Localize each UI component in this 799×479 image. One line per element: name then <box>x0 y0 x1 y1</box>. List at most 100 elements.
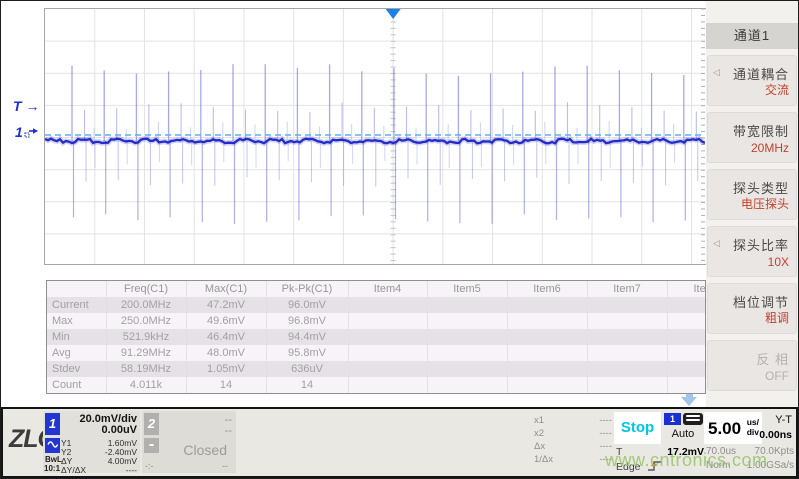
measure-row-label: Count <box>47 377 106 393</box>
trigger-position-icon[interactable] <box>386 9 401 19</box>
channel2-status-box[interactable]: 2 -- -- - Closed -:- -- <box>142 411 236 473</box>
channel1-status-box[interactable]: 1 20.0mV/div 0.00uV BwL 10:1 Y11.60mVY2-… <box>43 411 140 473</box>
measure-value <box>427 377 507 393</box>
trigger-coupling-icon[interactable] <box>683 413 703 425</box>
sidebar-item-4[interactable]: 档位调节粗调 <box>707 283 797 334</box>
bandwidth-limit-flag: BwL <box>45 455 62 464</box>
measure-row-label: Current <box>47 297 106 313</box>
measure-value: 250.0MHz <box>106 313 186 329</box>
channel-menu-sidebar: 通道1 ◁通道耦合交流带宽限制20MHz探头类型电压探头◁探头比率10X档位调节… <box>706 1 798 407</box>
sidebar-item-label: 带宽限制 <box>733 121 789 140</box>
channel2-bottom-left: -:- <box>145 461 154 471</box>
measure-col-header[interactable]: Item5 <box>427 281 507 297</box>
channel1-cursor-row: ΔY/ΔX---- <box>61 465 137 474</box>
measure-value <box>427 361 507 377</box>
measure-value <box>427 297 507 313</box>
measure-value <box>507 345 587 361</box>
measure-value: 91.29MHz <box>106 345 186 361</box>
sidebar-item-label: 反 相 <box>756 349 789 368</box>
trigger-delay: 0.00ns <box>746 429 792 441</box>
waveform-canvas[interactable] <box>45 9 705 264</box>
table-row: Avg91.29MHz48.0mV95.8mV <box>47 345 706 361</box>
sidebar-item-value: 电压探头 <box>741 195 789 212</box>
cursor-row-label: x1 <box>534 415 544 426</box>
measure-row-label: Max <box>47 313 106 329</box>
run-state-label: Stop <box>621 419 654 436</box>
table-row: Current200.0MHz47.2mV96.0mV <box>47 297 706 313</box>
measure-value: 95.8mV <box>266 345 348 361</box>
sidebar-item-value: OFF <box>765 369 789 383</box>
sidebar-item-label: 探头比率 <box>733 235 789 254</box>
sidebar-item-1[interactable]: 带宽限制20MHz <box>707 112 797 163</box>
channel1-badge: 1 <box>45 413 60 435</box>
cursor-row-label: x2 <box>534 428 544 439</box>
measure-col-header[interactable]: Max(C1) <box>186 281 266 297</box>
measure-col-header[interactable]: Freq(C1) <box>106 281 186 297</box>
measure-value <box>348 377 427 393</box>
measure-value <box>348 297 427 313</box>
measure-row-label: Min <box>47 329 106 345</box>
measure-value: 48.0mV <box>186 345 266 361</box>
measure-value <box>507 361 587 377</box>
measure-value <box>348 329 427 345</box>
submenu-arrow-icon: ◁ <box>713 67 720 78</box>
measure-col-header[interactable]: Item8 <box>667 281 706 297</box>
sidebar-item-2[interactable]: 探头类型电压探头 <box>707 169 797 220</box>
measure-value <box>507 329 587 345</box>
display-mode: Y-T <box>746 414 792 426</box>
trigger-sweep-mode[interactable]: Auto <box>662 428 704 440</box>
measure-value <box>507 297 587 313</box>
channel1-position-marker[interactable]: 1 <box>15 124 39 140</box>
status-bar: ZLG® 1 20.0mV/div 0.00uV BwL 10:1 Y11.60… <box>1 407 798 478</box>
measure-value <box>507 377 587 393</box>
measure-col-header[interactable]: Item6 <box>507 281 587 297</box>
measure-value: 49.6mV <box>186 313 266 329</box>
run-stop-indicator[interactable]: Stop <box>614 412 661 444</box>
table-row: Max250.0MHz49.6mV96.8mV <box>47 313 706 329</box>
measure-value <box>427 313 507 329</box>
sine-wave-icon <box>45 438 60 453</box>
measure-value: 200.0MHz <box>106 297 186 313</box>
sidebar-item-0[interactable]: ◁通道耦合交流 <box>707 55 797 106</box>
measure-value: 96.8mV <box>266 313 348 329</box>
channel2-line2: -- <box>225 425 232 437</box>
measure-value <box>348 361 427 377</box>
waveform-display[interactable] <box>44 8 706 265</box>
measure-value: 521.9kHz <box>106 329 186 345</box>
measure-value <box>667 361 706 377</box>
measure-value: 4.011k <box>106 377 186 393</box>
trigger-marker-label: T <box>13 98 22 114</box>
channel1-cursor-row-label: ΔY/ΔX <box>61 465 86 475</box>
sidebar-item-5: 反 相OFF <box>707 340 797 391</box>
measure-value <box>667 329 706 345</box>
timebase-scale: 5.00 <box>708 419 741 439</box>
measure-value <box>427 345 507 361</box>
cursor-row-label: 1/Δx <box>534 454 553 465</box>
cursor-row-value: ---- <box>599 415 612 426</box>
measure-value <box>587 313 667 329</box>
cursor-row: x2 ---- <box>534 428 612 441</box>
measure-col-header[interactable]: Pk-Pk(C1) <box>266 281 348 297</box>
sidebar-item-value: 交流 <box>765 81 789 98</box>
cursor-row: Δx---- <box>534 441 612 454</box>
sidebar-item-value: 粗调 <box>765 309 789 326</box>
cursor-row-value: ---- <box>599 428 612 439</box>
sidebar-item-3[interactable]: ◁探头比率10X <box>707 226 797 277</box>
trigger-level-marker[interactable]: T → <box>13 98 39 114</box>
measure-value: 46.4mV <box>186 329 266 345</box>
measure-value: 14 <box>266 377 348 393</box>
trigger-marker-arrow-icon: → <box>25 98 39 114</box>
channel1-cursor-row: Y11.60mV <box>61 438 137 447</box>
channel1-cursor-row: ΔY4.00mV <box>61 456 137 465</box>
scroll-down-icon[interactable] <box>681 394 698 406</box>
measure-value: 14 <box>186 377 266 393</box>
measure-col-header[interactable]: Item4 <box>348 281 427 297</box>
trigger-source-badge[interactable]: 1 <box>664 413 681 425</box>
measure-value <box>667 297 706 313</box>
measure-value <box>348 313 427 329</box>
submenu-arrow-icon: ◁ <box>713 238 720 249</box>
cursor-row: 1/Δx---- <box>534 454 612 467</box>
measure-col-header[interactable]: Item7 <box>587 281 667 297</box>
cursor-readout-block: x1 ---- x2 ---- Δx----1/Δx---- <box>534 415 612 467</box>
measure-value <box>587 329 667 345</box>
